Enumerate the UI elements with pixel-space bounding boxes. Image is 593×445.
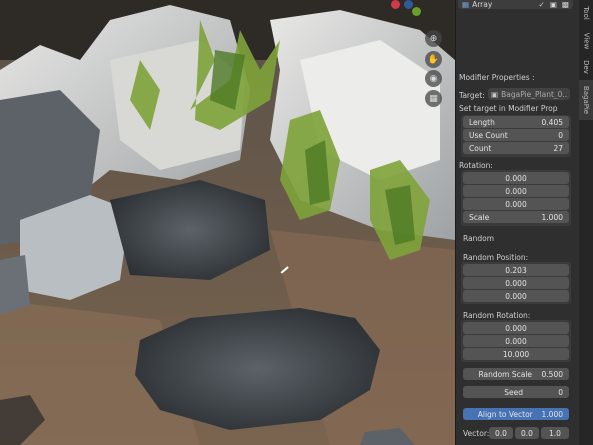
tab-bagapie[interactable]: BagaPie bbox=[579, 80, 593, 120]
gizmo-red-dot[interactable] bbox=[391, 0, 400, 9]
random-rotation-x-field[interactable]: 0.000 bbox=[463, 322, 569, 334]
vector-z-field[interactable]: 1.0 bbox=[541, 427, 569, 439]
rotation-label: Rotation: bbox=[459, 161, 493, 170]
count-field[interactable]: Count 27 bbox=[463, 142, 569, 154]
use-count-field[interactable]: Use Count 0 bbox=[463, 129, 569, 141]
tab-dev[interactable]: Dev bbox=[579, 56, 593, 78]
length-field[interactable]: Length 0.405 bbox=[463, 116, 569, 128]
camera-icon[interactable]: ◉ bbox=[425, 70, 442, 87]
camera-toggle-icon[interactable]: ▩ bbox=[562, 0, 569, 9]
checkmark-icon[interactable]: ✓ bbox=[539, 0, 545, 9]
grid-icon[interactable]: ▦ bbox=[425, 90, 442, 107]
modifier-properties-label: Modifier Properties : bbox=[459, 73, 535, 82]
vector-x-field[interactable]: 0.0 bbox=[489, 427, 513, 439]
gizmo-green-dot[interactable] bbox=[412, 7, 421, 16]
random-rotation-z-field[interactable]: 10.000 bbox=[463, 348, 569, 360]
modifier-name: Array bbox=[472, 0, 493, 9]
target-label: Target: bbox=[459, 91, 485, 100]
rotation-x-field[interactable]: 0.000 bbox=[463, 172, 569, 184]
random-position-y-field[interactable]: 0.000 bbox=[463, 277, 569, 289]
tab-view[interactable]: View bbox=[579, 28, 593, 54]
sidebar-tabs: Tool View Dev BagaPie bbox=[579, 0, 593, 445]
target-value: BagaPie_Plant_0... bbox=[501, 89, 567, 99]
random-position-x-field[interactable]: 0.203 bbox=[463, 264, 569, 276]
3d-viewport[interactable]: ⊕ ✋ ◉ ▦ bbox=[0, 0, 455, 445]
align-to-vector-field[interactable]: Align to Vector 1.000 bbox=[463, 408, 569, 420]
modifier-header[interactable]: ▦ Array ✓ ▣ ▩ bbox=[458, 0, 573, 9]
object-icon: ▣ bbox=[491, 89, 499, 99]
hand-icon[interactable]: ✋ bbox=[425, 51, 442, 68]
random-scale-field[interactable]: Random Scale 0.500 bbox=[463, 368, 569, 380]
rotation-z-field[interactable]: 0.000 bbox=[463, 198, 569, 210]
vector-y-field[interactable]: 0.0 bbox=[515, 427, 539, 439]
random-header[interactable]: Random bbox=[463, 234, 494, 243]
scene-render bbox=[0, 0, 455, 445]
monitor-icon[interactable]: ▣ bbox=[550, 0, 557, 9]
zoom-icon[interactable]: ⊕ bbox=[425, 30, 442, 47]
vector-label: Vector: bbox=[463, 429, 490, 438]
set-target-label: Set target in Modifier Prop bbox=[459, 104, 558, 113]
tab-tool[interactable]: Tool bbox=[579, 0, 593, 26]
scale-field[interactable]: Scale 1.000 bbox=[463, 211, 569, 223]
seed-field[interactable]: Seed 0 bbox=[463, 386, 569, 398]
random-rotation-y-field[interactable]: 0.000 bbox=[463, 335, 569, 347]
random-position-label: Random Position: bbox=[463, 253, 529, 262]
random-rotation-label: Random Rotation: bbox=[463, 311, 531, 320]
rotation-y-field[interactable]: 0.000 bbox=[463, 185, 569, 197]
gizmo-blue-dot[interactable] bbox=[404, 0, 413, 9]
target-field[interactable]: ▣ BagaPie_Plant_0... bbox=[488, 88, 570, 100]
random-position-z-field[interactable]: 0.000 bbox=[463, 290, 569, 302]
modifier-icon: ▦ bbox=[462, 0, 470, 9]
